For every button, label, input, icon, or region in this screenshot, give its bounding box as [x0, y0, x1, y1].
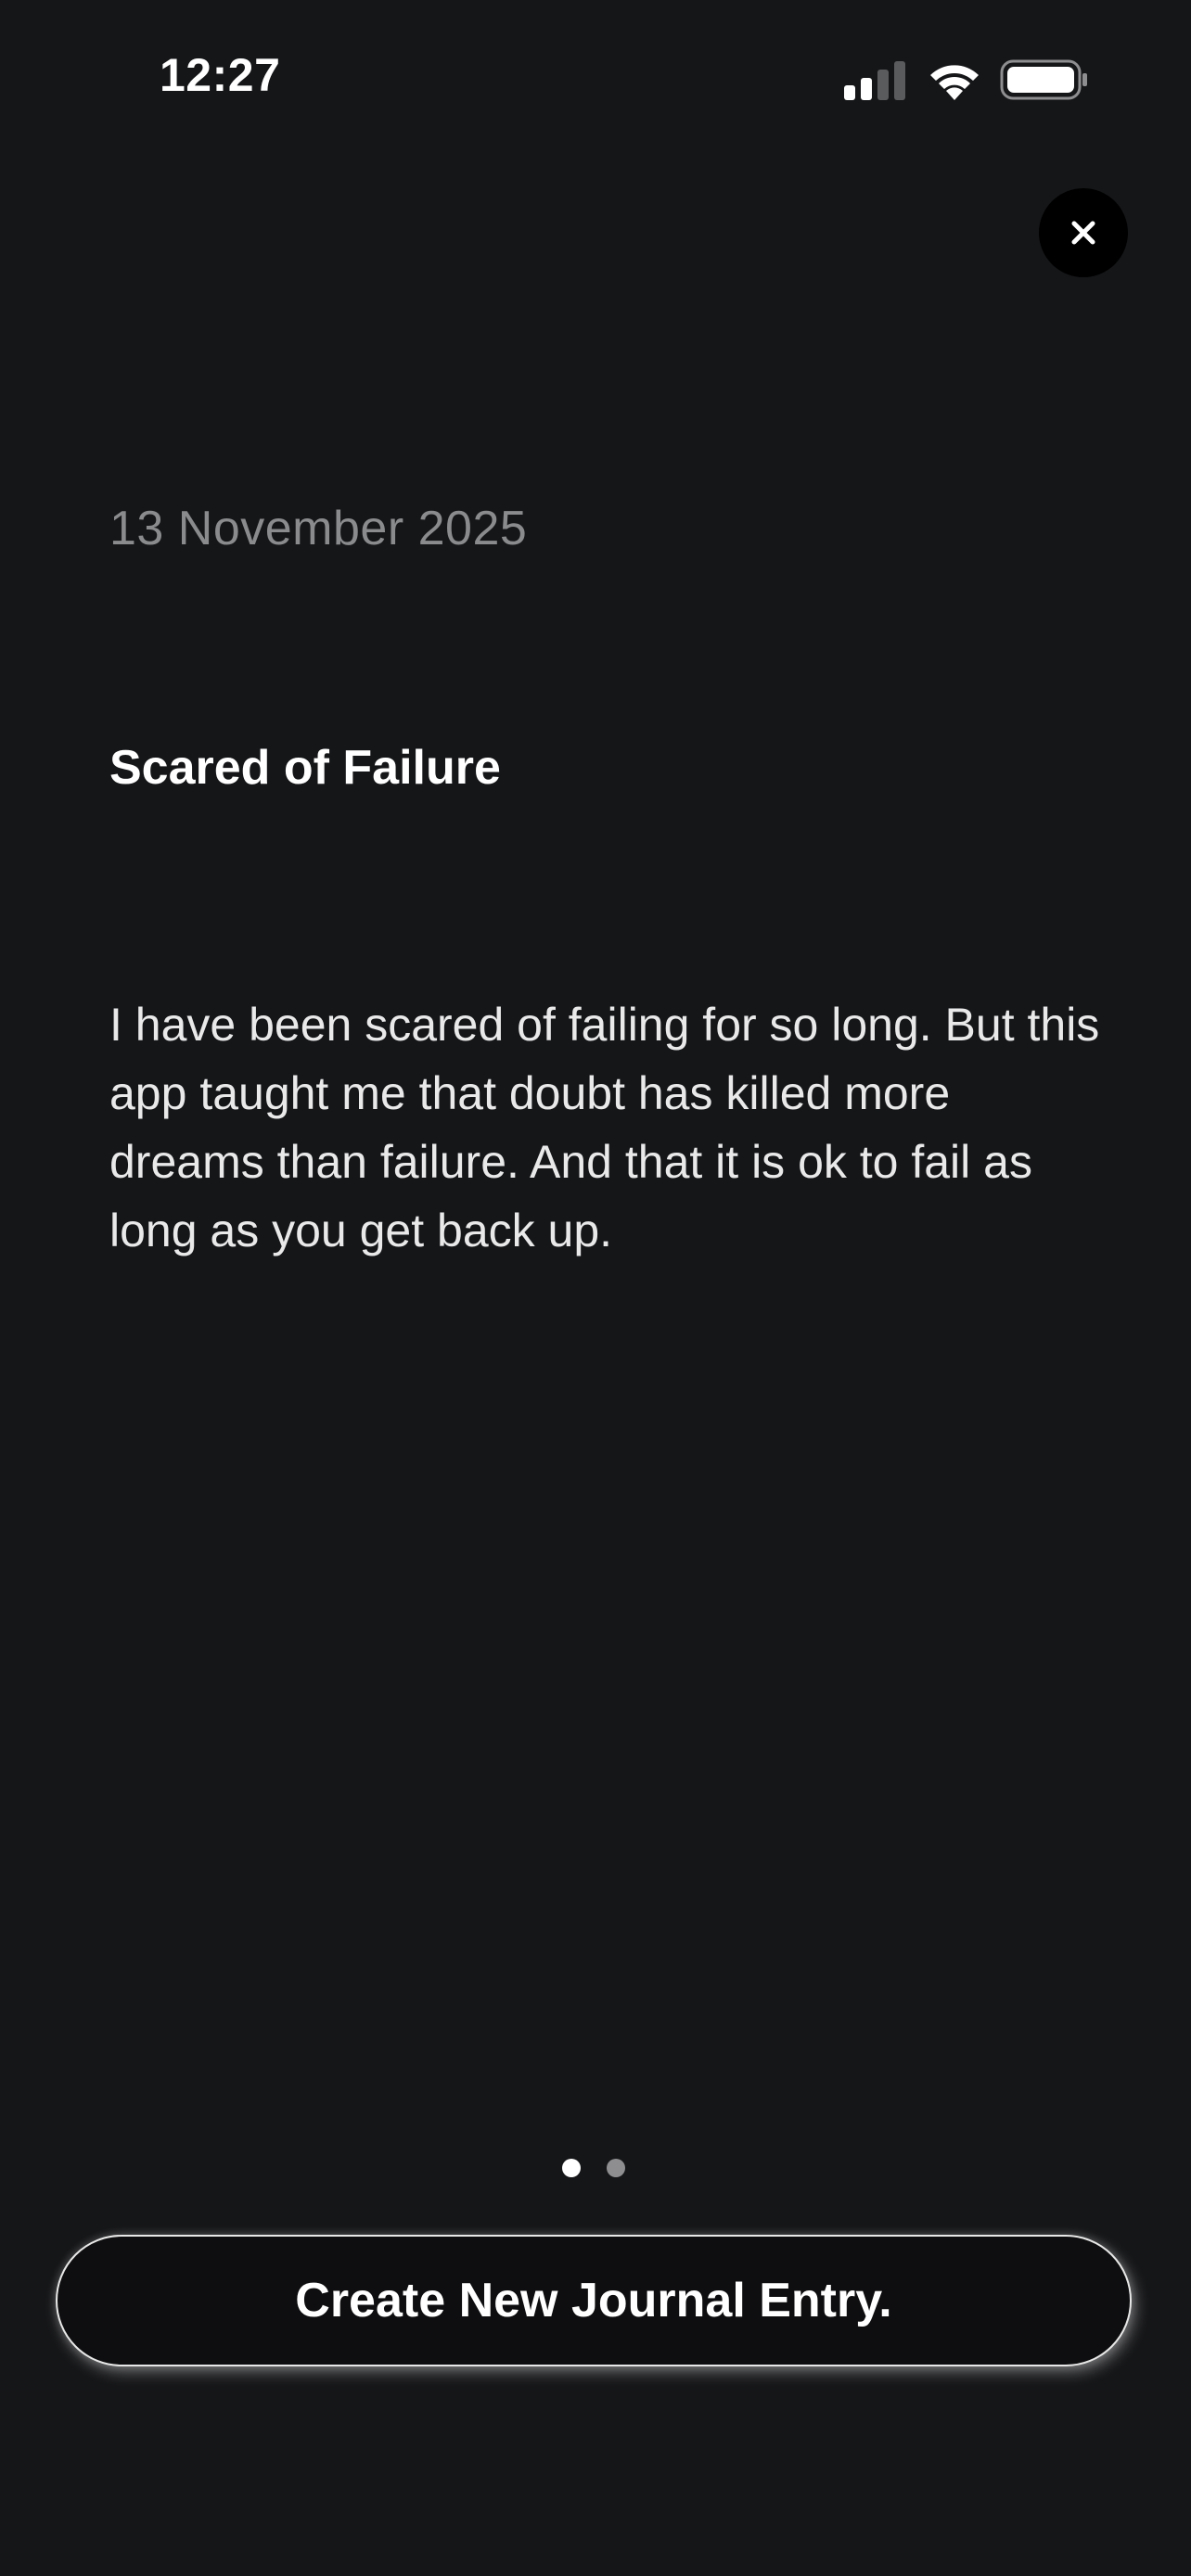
create-journal-entry-label: Create New Journal Entry. — [295, 2274, 892, 2327]
signal-icon — [844, 61, 905, 100]
page-dot-inactive[interactable] — [607, 2159, 625, 2177]
entry-body: I have been scared of failing for so lon… — [109, 999, 1100, 1256]
status-bar: 12:27 — [0, 0, 1191, 148]
status-time: 12:27 — [160, 49, 281, 101]
page-indicator — [562, 2159, 625, 2177]
battery-icon — [1000, 59, 1087, 100]
close-button[interactable] — [1039, 188, 1128, 277]
entry-date: 13 November 2025 — [109, 502, 528, 555]
create-journal-entry-button[interactable]: Create New Journal Entry. — [56, 2235, 1132, 2366]
close-icon — [1071, 221, 1095, 245]
page-dot-active[interactable] — [562, 2159, 581, 2177]
wifi-icon — [930, 65, 979, 100]
entry-title: Scared of Failure — [109, 741, 501, 795]
